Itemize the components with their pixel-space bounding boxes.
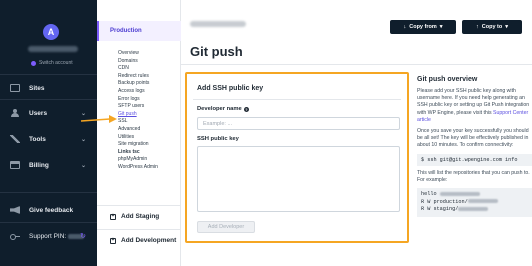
nav-item-tools[interactable]: Tools ⌄ [10,132,92,146]
switch-account-label: Switch account [39,60,73,66]
give-feedback-button[interactable]: Give feedback [10,203,92,217]
switch-account-icon [31,60,36,66]
arrow-up-icon: ↑ [476,24,479,30]
sidebar-item-cdn[interactable]: CDN [118,65,158,73]
code-text: hello [421,191,437,198]
card-title: Add SSH public key [197,85,264,92]
nav-item-sites[interactable]: Sites [10,81,92,95]
sidebar-item-overview[interactable]: Overview [118,50,158,58]
sidebar-item-sftp-users[interactable]: SFTP users [118,103,158,111]
add-staging-label: Add Staging [121,213,160,220]
support-pin: Support PIN: ↻ [10,229,92,243]
sidebar-item-advanced[interactable]: Advanced [118,126,158,134]
support-pin-label: Support PIN: [29,232,67,240]
users-icon [10,109,20,117]
environment-tab-production[interactable]: Production [97,21,181,41]
add-development-label: Add Development [121,237,177,244]
page-title: Git push [190,44,243,59]
account-avatar[interactable]: A [43,24,59,40]
arrow-down-icon: ↓ [403,24,407,30]
overview-paragraph: Please add your SSH public key along wit… [417,88,532,124]
chevron-down-icon: ⌄ [80,136,86,143]
copy-from-button[interactable]: ↓ Copy from ▾ [390,20,456,34]
ssh-key-label: SSH public key [197,136,239,142]
main-nav: A Switch account Sites Users ⌄ Tools ⌄ B… [0,0,97,266]
help-icon[interactable]: ? [243,106,249,112]
code-line: hello [421,191,528,199]
add-development-button[interactable]: + Add Development [110,237,176,244]
sites-icon [10,84,20,92]
repo-list-example: hello R W production/ R W staging/ [417,188,532,217]
overview-paragraph: This will list the repositories that you… [417,169,530,183]
sidebar-item-domains[interactable]: Domains [118,58,158,66]
code-line: R W staging/ [421,206,528,214]
overview-paragraph: Once you save your key successfully you … [417,128,529,149]
site-name-redacted [190,21,246,27]
sidebar-item-utilities[interactable]: Utilities [118,134,158,142]
sidebar-item-wordpress-admin[interactable]: WordPress Admin [118,164,158,172]
nav-divider [0,192,97,193]
account-name-redacted [28,46,78,52]
card-divider [193,99,401,100]
redacted-text [439,191,480,196]
sidebar-divider [97,205,181,206]
sidebar-item-backup-points[interactable]: Backup points [118,80,158,88]
plus-icon: + [110,237,116,244]
megaphone-icon [10,206,20,214]
give-feedback-label: Give feedback [29,206,74,214]
nav-item-label: Sites [29,84,45,92]
nav-item-label: Tools [29,135,46,143]
tools-icon [10,135,20,143]
nav-item-billing[interactable]: Billing ⌄ [10,158,92,172]
developer-name-input[interactable] [197,117,400,130]
sidebar-item-access-logs[interactable]: Access logs [118,88,158,96]
sidebar-item-phpmyadmin[interactable]: phpMyAdmin [118,156,158,164]
code-text: R W staging/ [421,206,459,213]
add-developer-button[interactable]: Add Developer [197,221,255,233]
sidebar-item-redirect-rules[interactable]: Redirect rules [118,73,158,81]
add-staging-button[interactable]: + Add Staging [110,213,159,220]
key-icon [10,232,20,240]
environment-sidebar: Production Overview Domains CDN Redirect ru… [97,0,181,266]
sidebar-item-site-migration[interactable]: Site migration [118,141,158,149]
add-ssh-key-card: Add SSH public key Developer name ? SSH … [185,72,409,243]
ssh-key-textarea[interactable] [197,146,400,212]
copy-to-label: Copy to [481,24,503,30]
caret-down-icon: ▾ [505,24,508,30]
nav-divider [0,74,97,75]
sidebar-item-error-logs[interactable]: Error logs [118,96,158,104]
chevron-down-icon: ⌄ [80,162,86,169]
code-line: R W production/ [421,199,528,207]
ssh-command: $ ssh git@git.wpengine.com info [417,153,532,166]
nav-divider [0,222,97,223]
annotation-arrow-icon [80,115,117,123]
environment-menu: Overview Domains CDN Redirect rules Backup p… [118,50,158,172]
refresh-icon[interactable]: ↻ [80,232,86,240]
sidebar-item-ssl[interactable]: SSL [118,118,158,126]
overview-title: Git push overview [417,76,478,83]
caret-down-icon: ▾ [439,24,443,30]
sidebar-item-links-tsc[interactable]: Links tsc [118,149,158,157]
developer-name-label: Developer name ? [197,106,249,112]
redacted-text [467,199,498,204]
nav-divider [0,99,97,100]
plus-icon: + [110,213,116,220]
nav-item-label: Billing [29,161,49,169]
sidebar-item-git-push[interactable]: Git push [118,111,158,119]
billing-icon [10,161,20,169]
developer-name-label-text: Developer name [197,106,242,112]
switch-account-link[interactable]: Switch account [31,60,73,66]
code-text: R W production/ [421,198,468,205]
sidebar-divider [97,229,181,230]
copy-from-label: Copy from [409,24,437,30]
header-divider [181,64,532,65]
redacted-text [458,206,489,211]
copy-to-button[interactable]: ↑ Copy to ▾ [462,20,522,34]
git-push-overview: Git push overview Please add your SSH pu… [417,76,532,217]
nav-item-label: Users [29,109,48,117]
